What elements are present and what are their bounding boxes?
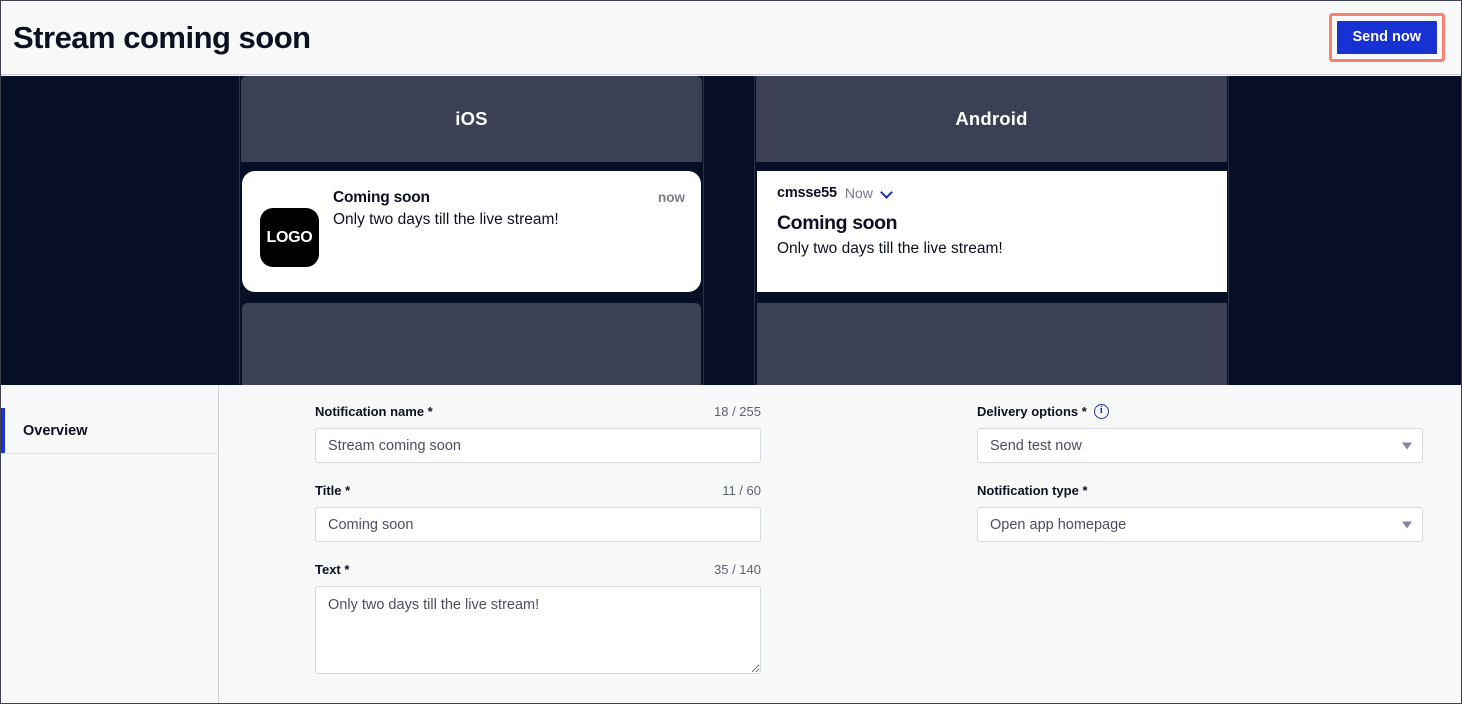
delivery-options-select[interactable]: Send test now <box>977 428 1423 463</box>
form-area: Notification name * 18 / 255 Title * 11 … <box>220 385 1461 703</box>
preview-divider-mid-b <box>754 76 755 385</box>
chevron-down-icon[interactable] <box>881 187 893 199</box>
preview-divider-mid-a <box>703 76 704 385</box>
field-delivery-options: Delivery options * i Send test now <box>977 402 1423 463</box>
info-icon[interactable]: i <box>1093 403 1109 419</box>
form-column-right: Delivery options * i Send test now Notif… <box>977 402 1423 560</box>
app-window: Stream coming soon Send now iOS LOGO Com… <box>0 0 1462 704</box>
editor-pane: Overview Notification name * 18 / 255 Ti… <box>1 385 1461 703</box>
notification-type-select[interactable]: Open app homepage <box>977 507 1423 542</box>
ios-notification-title: Coming soon <box>333 189 430 206</box>
tab-overview[interactable]: Overview <box>1 408 218 454</box>
android-preview-column: Android cmsse55 Now Coming soon Only two… <box>756 76 1227 385</box>
ios-placeholder-block <box>242 303 701 385</box>
text-counter: 35 / 140 <box>714 561 761 577</box>
preview-columns: iOS LOGO Coming soon now Only two days t… <box>1 76 1461 385</box>
title-input[interactable] <box>315 507 761 542</box>
page-header: Stream coming soon Send now <box>1 1 1461 75</box>
android-notification-time: Now <box>844 185 873 201</box>
tab-rail: Overview <box>1 385 219 703</box>
ios-notification-card: LOGO Coming soon now Only two days till … <box>242 171 701 292</box>
app-logo-label: LOGO <box>266 228 313 246</box>
ios-platform-strip: iOS <box>241 76 702 162</box>
ios-card-body: Coming soon now Only two days till the l… <box>333 185 685 292</box>
field-title: Title * 11 / 60 <box>315 481 761 542</box>
field-delivery-options-head: Delivery options * i <box>977 402 1423 420</box>
ios-preview-column: iOS LOGO Coming soon now Only two days t… <box>241 76 702 385</box>
field-notification-name-head: Notification name * 18 / 255 <box>315 402 761 420</box>
app-logo-icon: LOGO <box>260 208 319 267</box>
delivery-options-select-wrap: Send test now <box>977 428 1423 463</box>
android-platform-label: Android <box>955 108 1028 129</box>
notification-type-select-wrap: Open app homepage <box>977 507 1423 542</box>
notification-type-label: Notification type * <box>977 482 1088 498</box>
preview-divider-left <box>239 76 240 385</box>
ios-notification-text: Only two days till the live stream! <box>333 211 559 228</box>
send-now-button[interactable]: Send now <box>1336 21 1437 54</box>
field-title-head: Title * 11 / 60 <box>315 481 761 499</box>
field-notification-name: Notification name * 18 / 255 <box>315 402 761 463</box>
form-column-left: Notification name * 18 / 255 Title * 11 … <box>315 402 761 697</box>
android-notification-title: Coming soon <box>777 212 898 234</box>
notification-name-input[interactable] <box>315 428 761 463</box>
android-app-name: cmsse55 <box>777 185 837 201</box>
send-now-highlight: Send now <box>1328 13 1445 62</box>
title-counter: 11 / 60 <box>722 482 761 498</box>
field-text-head: Text * 35 / 140 <box>315 560 761 578</box>
delivery-options-label-wrap: Delivery options * i <box>977 403 1109 419</box>
ios-platform-label: iOS <box>455 108 488 129</box>
notification-name-counter: 18 / 255 <box>714 403 761 419</box>
text-textarea[interactable]: Only two days till the live stream! <box>315 586 761 674</box>
android-notification-text: Only two days till the live stream! <box>777 240 1003 257</box>
android-notification-card: cmsse55 Now Coming soon Only two days ti… <box>757 171 1227 292</box>
ios-card-header-row: Coming soon now <box>333 189 685 207</box>
tab-overview-label: Overview <box>23 422 88 439</box>
text-label: Text * <box>315 561 350 577</box>
notification-name-label: Notification name * <box>315 403 433 419</box>
android-platform-strip: Android <box>756 76 1227 162</box>
field-text: Text * 35 / 140 Only two days till the l… <box>315 560 761 679</box>
ios-notification-time: now <box>658 190 685 205</box>
field-notification-type: Notification type * Open app homepage <box>977 481 1423 542</box>
android-placeholder-block <box>757 303 1227 385</box>
field-notification-type-head: Notification type * <box>977 481 1423 499</box>
android-card-header-row: cmsse55 Now <box>777 185 1211 201</box>
title-label: Title * <box>315 482 351 498</box>
preview-divider-right <box>1228 76 1229 385</box>
notification-preview-overlay: iOS LOGO Coming soon now Only two days t… <box>1 76 1461 385</box>
delivery-options-label: Delivery options * <box>977 403 1087 419</box>
page-title: Stream coming soon <box>13 20 311 55</box>
